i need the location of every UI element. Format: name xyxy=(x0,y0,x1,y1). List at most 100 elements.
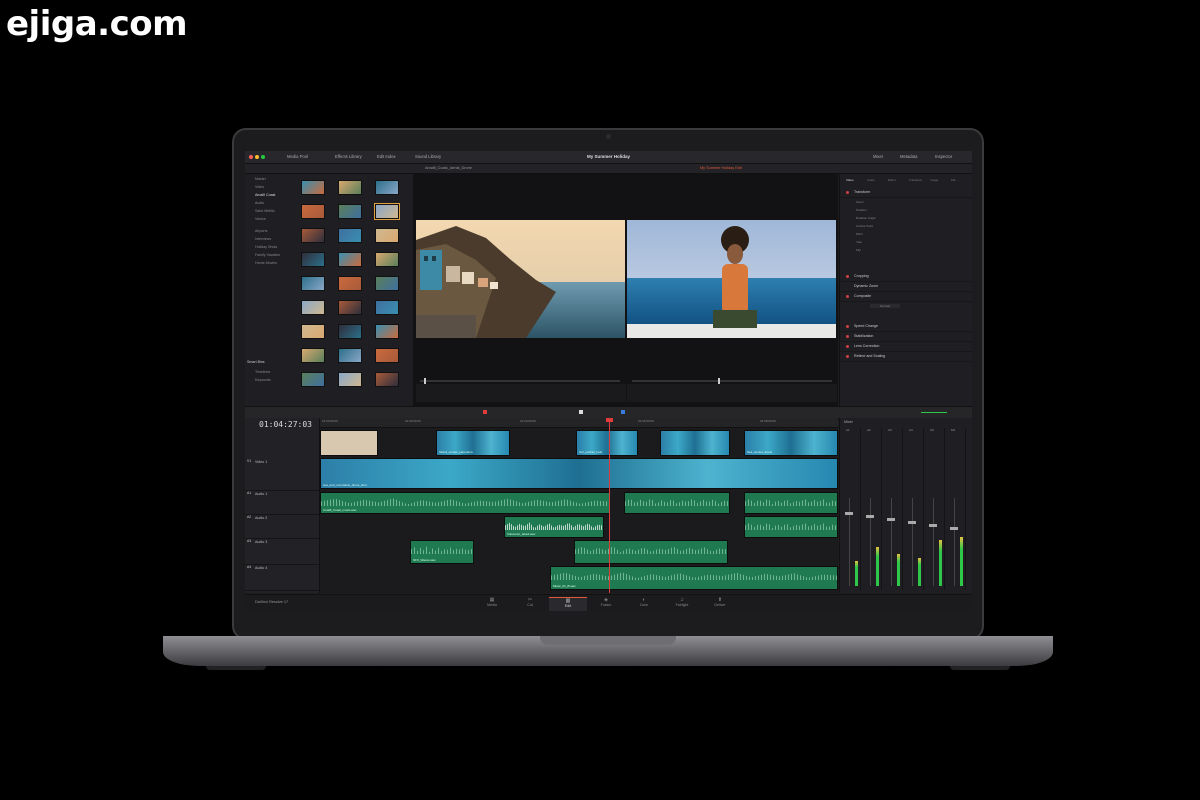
page-tab-deliver[interactable]: ⬆ Deliver xyxy=(701,597,739,611)
bin-airports[interactable]: Airports xyxy=(255,229,267,233)
media-thumbnail[interactable] xyxy=(375,300,399,315)
clip-a2-voiceover[interactable]: Voiceover_take2.wav xyxy=(504,516,604,538)
mixer-fader[interactable] xyxy=(866,515,874,518)
mixer-channel-a2[interactable]: A2 xyxy=(865,428,882,590)
timeline-area[interactable]: 01:00:00:00 01:02:00:00 01:04:00:00 01:0… xyxy=(320,418,838,593)
page-tab-edit[interactable]: ▥ Edit xyxy=(549,597,587,611)
mixer-fader[interactable] xyxy=(908,521,916,524)
source-scrubber[interactable] xyxy=(420,378,620,384)
inspector-tab-effect[interactable]: Effect xyxy=(888,178,896,182)
mixer-fader[interactable] xyxy=(950,527,958,530)
media-thumbnail[interactable] xyxy=(375,324,399,339)
source-viewer-image[interactable] xyxy=(416,220,625,338)
mixer-channel-a5[interactable]: A5 xyxy=(928,428,945,590)
mixer-fader[interactable] xyxy=(929,524,937,527)
timeline-ruler[interactable]: 01:00:00:00 01:02:00:00 01:04:00:00 01:0… xyxy=(320,418,838,428)
razor-tool-icon[interactable] xyxy=(483,410,487,414)
inspector-tab-video[interactable]: Video xyxy=(846,178,854,182)
clip-v1-main[interactable]: sea_and_mountains_drone_shot xyxy=(320,458,838,489)
mixer-fader[interactable] xyxy=(887,518,895,521)
bin-master[interactable]: Master xyxy=(255,177,266,181)
mixer-fader[interactable] xyxy=(845,512,853,515)
media-thumbnail[interactable] xyxy=(301,300,325,315)
bin-venice[interactable]: Venice xyxy=(255,217,266,221)
clip-a3-sfx[interactable]: SFX_Waves.wav xyxy=(410,540,474,564)
media-thumbnail[interactable] xyxy=(301,204,325,219)
section-speed-change[interactable]: Speed Change xyxy=(840,322,972,332)
media-thumbnail[interactable] xyxy=(375,252,399,267)
section-lens-correction[interactable]: Lens Correction xyxy=(840,342,972,352)
media-thumbnail[interactable] xyxy=(301,372,325,387)
clip-v2-girl[interactable]: Girl_portrait_boat xyxy=(576,430,638,456)
bin-holiday-shots[interactable]: Holiday Shots xyxy=(255,245,277,249)
page-tab-cut[interactable]: ✂ Cut xyxy=(511,597,549,611)
inspector-tab-file[interactable]: File xyxy=(951,178,956,182)
flag-icon[interactable] xyxy=(621,410,625,414)
media-thumbnail[interactable] xyxy=(301,180,325,195)
page-tab-fusion[interactable]: ◈ Fusion xyxy=(587,597,625,611)
clip-a1-c[interactable] xyxy=(744,492,838,514)
clip-a1-b[interactable] xyxy=(624,492,730,514)
timeline-transport-controls[interactable] xyxy=(627,384,837,402)
composite-mode-dropdown[interactable]: Normal xyxy=(870,304,900,308)
media-thumbnail[interactable] xyxy=(301,252,325,267)
media-thumbnail[interactable] xyxy=(301,276,325,291)
bin-video[interactable]: Video xyxy=(255,185,264,189)
media-thumbnail[interactable] xyxy=(338,372,362,387)
section-transform[interactable]: Transform xyxy=(840,188,972,198)
media-thumbnail[interactable] xyxy=(301,348,325,363)
metadata-button[interactable]: Metadata xyxy=(900,154,917,159)
snapping-icon[interactable] xyxy=(579,410,583,414)
media-thumbnail[interactable] xyxy=(338,204,362,219)
page-tab-media[interactable]: ▦ Media xyxy=(473,597,511,611)
media-thumbnail[interactable] xyxy=(338,252,362,267)
clip-v2-island[interactable]: Island_sunset_panorama xyxy=(436,430,510,456)
section-dynamic-zoom[interactable]: Dynamic Zoom xyxy=(840,282,972,292)
media-thumbnail[interactable] xyxy=(374,203,400,220)
inspector-tab-audio[interactable]: Audio xyxy=(867,178,875,182)
media-thumbnail[interactable] xyxy=(375,180,399,195)
mixer-channel-a1[interactable]: A1 xyxy=(844,428,861,590)
smart-bin-keywords[interactable]: Keywords xyxy=(255,378,271,382)
media-thumbnail[interactable] xyxy=(301,324,325,339)
clip-a2-b[interactable] xyxy=(744,516,838,538)
zoom-slider[interactable] xyxy=(921,412,947,413)
bin-home-movies[interactable]: Home Movies xyxy=(255,261,277,265)
media-thumbnail[interactable] xyxy=(375,348,399,363)
mixer-channel-m1[interactable]: M1 xyxy=(949,428,966,590)
track-header-a2[interactable]: A2 Audio 2 xyxy=(245,514,319,539)
page-tab-color[interactable]: ◐ Color xyxy=(625,597,663,611)
media-thumbnail[interactable] xyxy=(301,228,325,243)
clip-a1-music[interactable]: Amalfi_Coast_music.wav xyxy=(320,492,610,514)
inspector-tab-transition[interactable]: Transition xyxy=(909,178,922,182)
inspector-button[interactable]: Inspector xyxy=(935,154,952,159)
clip-a4-music[interactable]: Music_01_B.wav xyxy=(550,566,838,590)
section-stabilization[interactable]: Stabilization xyxy=(840,332,972,342)
section-retime-scaling[interactable]: Retime and Scaling xyxy=(840,352,972,362)
mixer-channel-a3[interactable]: A3 xyxy=(886,428,903,590)
bin-amalfi-coast[interactable]: Amalfi Coast xyxy=(255,193,275,197)
media-thumbnail[interactable] xyxy=(338,348,362,363)
page-tab-fairlight[interactable]: ♫ Fairlight xyxy=(663,597,701,611)
media-thumbnail[interactable] xyxy=(338,180,362,195)
timeline-viewer-image[interactable] xyxy=(627,220,836,338)
media-thumbnail[interactable] xyxy=(338,228,362,243)
bin-audio[interactable]: Audio xyxy=(255,201,264,205)
section-composite[interactable]: Composite xyxy=(840,292,972,302)
smart-bin-timelines[interactable]: Timelines xyxy=(255,370,270,374)
mixer-button[interactable]: Mixer xyxy=(873,154,883,159)
clip-v2-sea[interactable]: Sea_sunset_drone xyxy=(744,430,838,456)
source-transport-controls[interactable] xyxy=(416,384,626,402)
media-thumbnail[interactable] xyxy=(338,324,362,339)
bin-saint-mirtillo[interactable]: Saint Mirtillo xyxy=(255,209,275,213)
track-header-a1[interactable]: A1 Audio 1 xyxy=(245,490,319,515)
bin-family-vacation[interactable]: Family Vacation xyxy=(255,253,280,257)
media-thumbnail[interactable] xyxy=(375,228,399,243)
clip-v2-sunset[interactable] xyxy=(660,430,730,456)
mixer-channel-a4[interactable]: A4 xyxy=(907,428,924,590)
inspector-tab-image[interactable]: Image xyxy=(930,178,938,182)
clip-v2-beige[interactable] xyxy=(320,430,378,456)
media-thumbnail[interactable] xyxy=(338,276,362,291)
clip-a3-b[interactable] xyxy=(574,540,728,564)
timeline-name[interactable]: My Summer Holiday Edit xyxy=(700,166,742,170)
